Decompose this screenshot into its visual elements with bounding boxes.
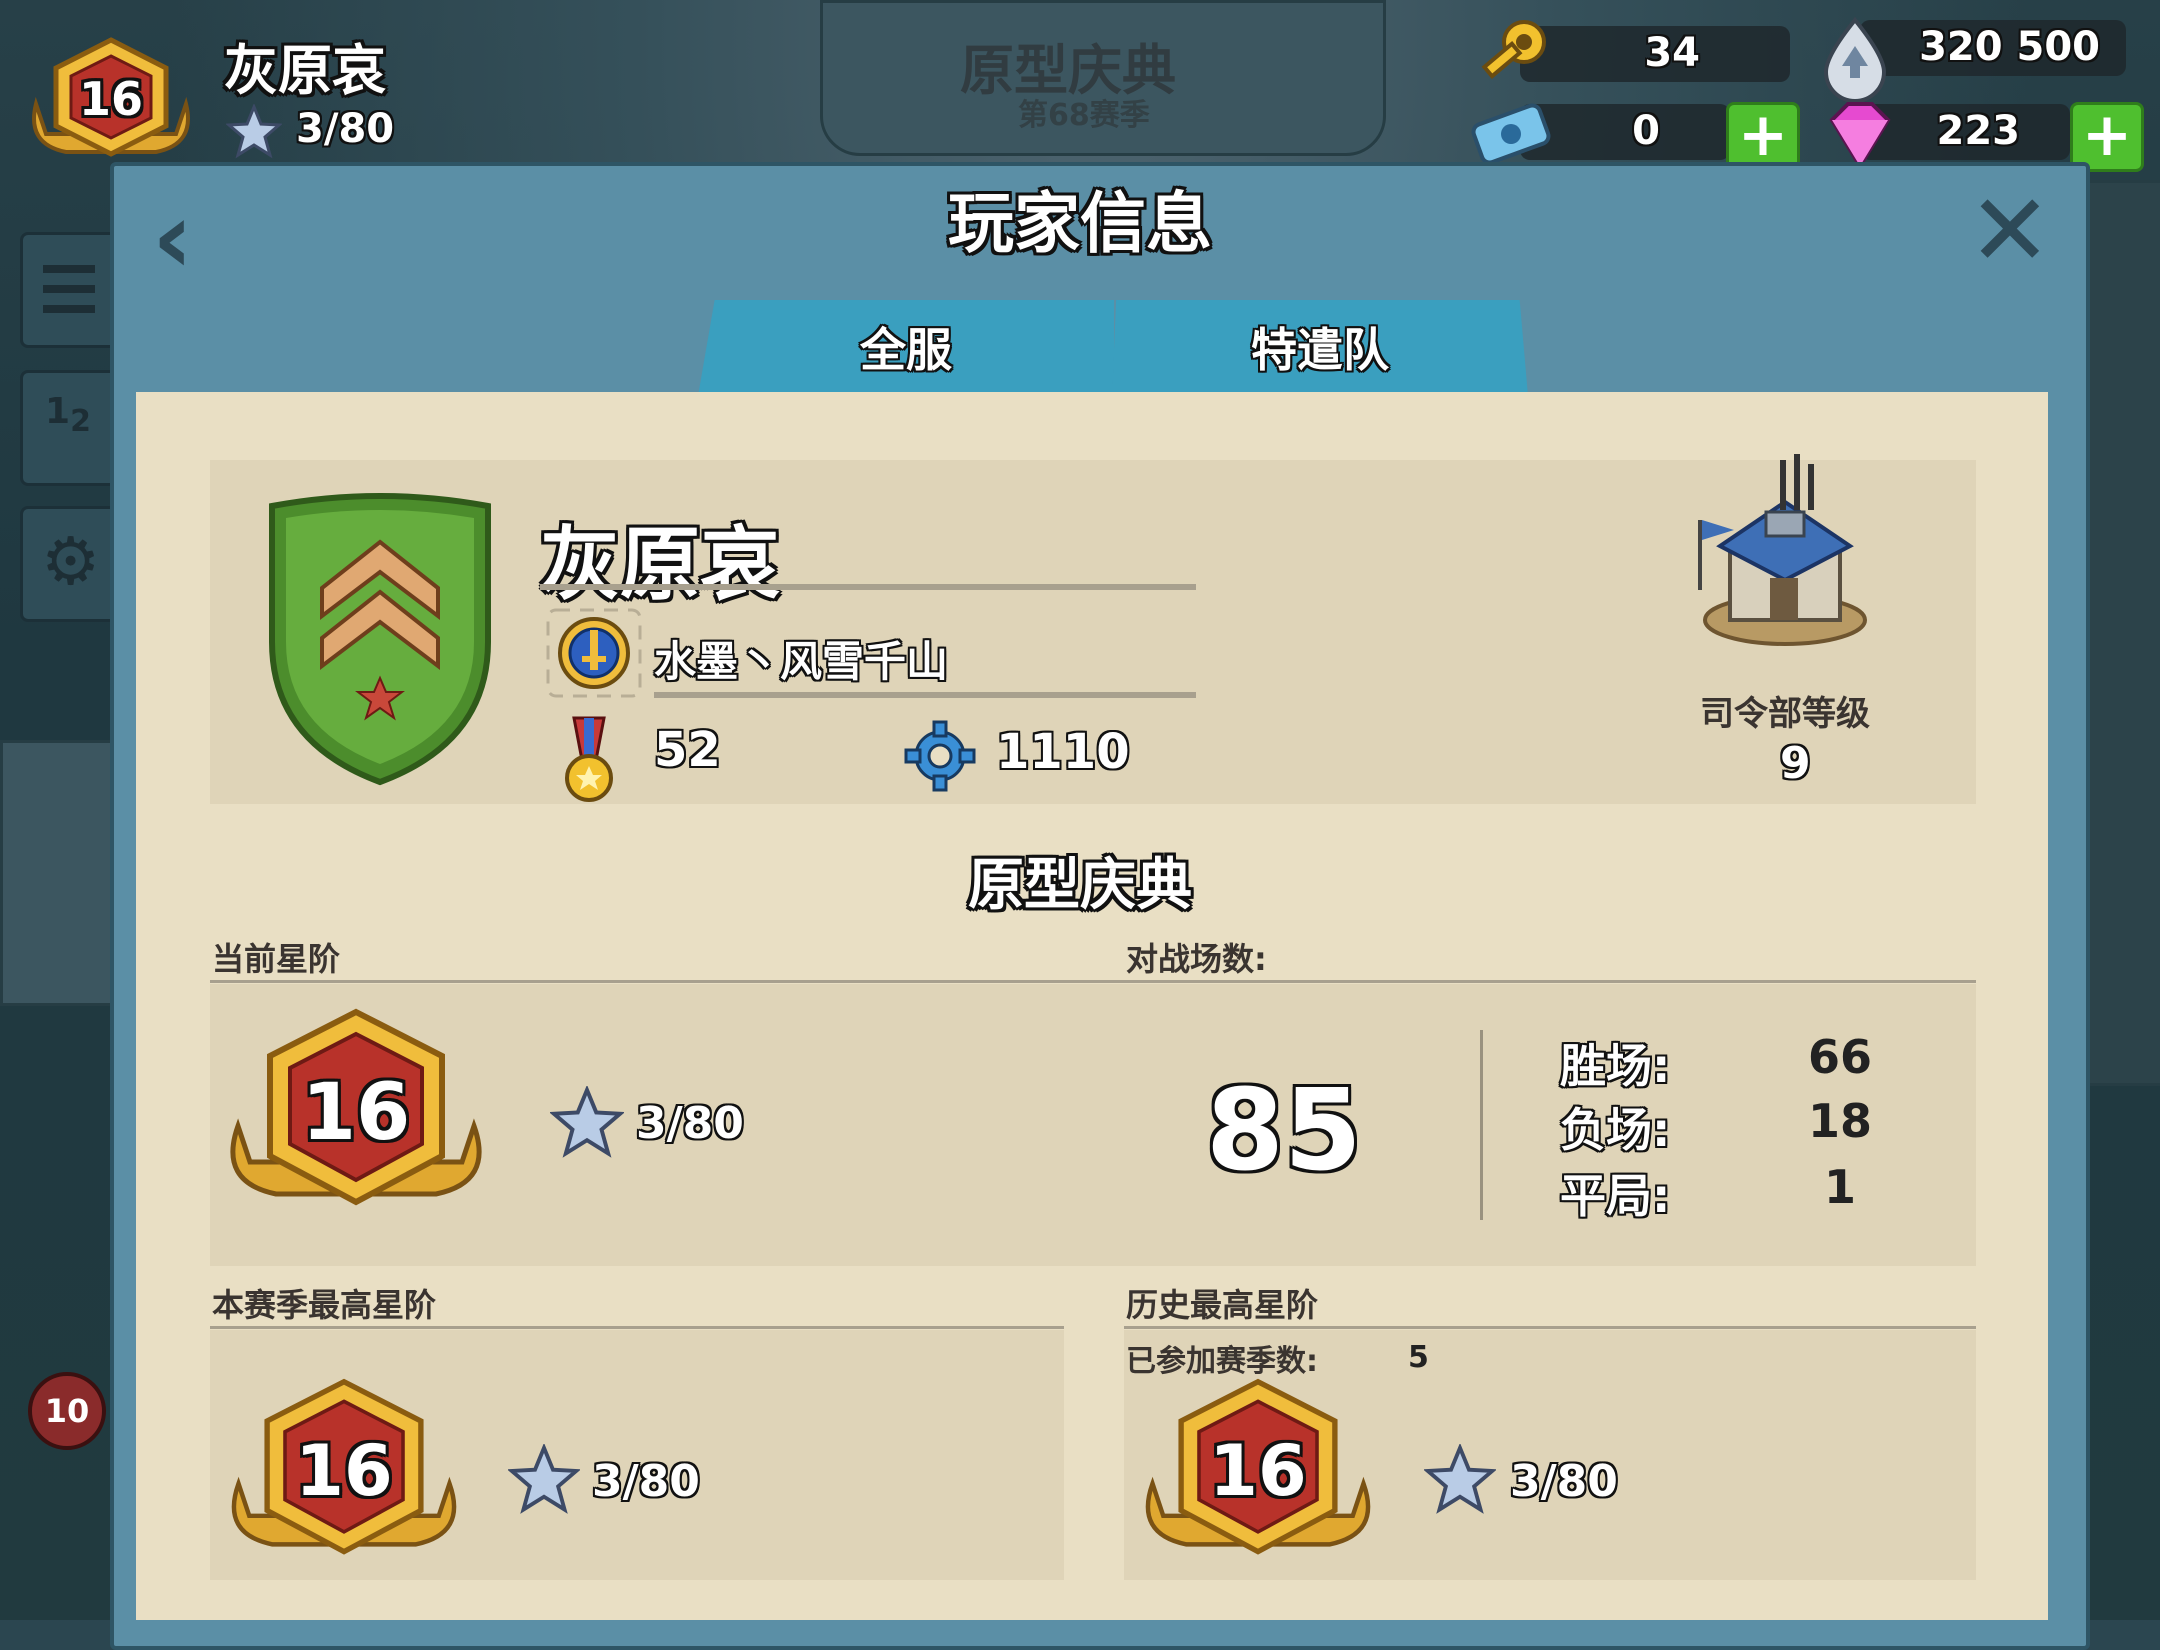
- battles-total-value: 85: [1206, 1066, 1362, 1196]
- leaderboard-button[interactable]: 12: [20, 370, 118, 486]
- player-name: 灰原哀: [224, 39, 386, 102]
- medal-icon: [554, 716, 624, 806]
- draws-label: 平局:: [1560, 1169, 1671, 1223]
- current-rank-badge: 16: [224, 1006, 488, 1220]
- name-underline: [540, 584, 1196, 590]
- hq-level-label: 司令部等级: [1700, 694, 1870, 734]
- all-time-best-label: 历史最高星阶: [1126, 1286, 1319, 1324]
- tab-task-force[interactable]: 特遣队: [1112, 300, 1528, 396]
- season-section-title: 原型庆典: [968, 853, 1192, 918]
- task-force-underline: [654, 692, 1196, 698]
- hq-level-value: 9: [1780, 738, 1811, 789]
- wins-value: 66: [1807, 1030, 1872, 1084]
- player-level-badge[interactable]: 16: [26, 34, 196, 174]
- losses-value: 18: [1807, 1094, 1872, 1148]
- losses-label: 负场:: [1560, 1103, 1671, 1157]
- diamonds-value: 223: [1936, 108, 2021, 154]
- player-level: 16: [78, 72, 143, 126]
- season-best-label: 本赛季最高星阶: [212, 1286, 437, 1324]
- background-building: [2082, 180, 2160, 1086]
- back-button[interactable]: ‹: [152, 188, 193, 288]
- current-rank-value: 16: [301, 1068, 411, 1158]
- tab-global[interactable]: 全服: [698, 300, 1114, 396]
- intel-value: 320 500: [1919, 24, 2100, 70]
- season-best-divider: [210, 1326, 1064, 1329]
- all-time-best-stars-value: 3/80: [1510, 1456, 1618, 1507]
- draws-value: 1: [1823, 1160, 1856, 1214]
- wins-label: 胜场:: [1560, 1039, 1671, 1093]
- current-rank-divider: [210, 980, 1976, 983]
- battles-label: 对战场数:: [1126, 940, 1267, 978]
- rank-points-gear-icon: [904, 720, 976, 792]
- task-force-name[interactable]: 水墨丶风雪千山: [654, 628, 948, 689]
- tickets-value: 0: [1632, 108, 1660, 154]
- seasons-played-value: 5: [1408, 1340, 1429, 1375]
- seasons-played-label: 已参加赛季数:: [1126, 1344, 1318, 1379]
- task-force-emblem-icon[interactable]: [546, 608, 642, 698]
- season-best-rank-value: 16: [295, 1430, 393, 1512]
- tab-task-force-label: 特遣队: [1251, 323, 1389, 377]
- menu-icon: [43, 265, 95, 273]
- season-number-background: 第68赛季: [1018, 98, 1150, 133]
- star-icon: [1424, 1444, 1496, 1514]
- all-time-best-divider: [1124, 1326, 1976, 1329]
- headquarters-icon: [1690, 450, 1880, 650]
- season-best-rank-badge: 16: [226, 1376, 462, 1568]
- all-time-best-rank-badge: 16: [1140, 1376, 1376, 1568]
- keys-value: 34: [1644, 30, 1700, 76]
- current-rank-label: 当前星阶: [212, 940, 341, 978]
- leaderboard-icon: 12: [45, 391, 91, 440]
- rank-shield-icon: [262, 492, 498, 788]
- gear-icon: ⚙: [41, 523, 101, 600]
- ticket-icon: [1466, 100, 1556, 170]
- battles-divider: [1480, 1030, 1483, 1220]
- star-icon: [226, 104, 282, 159]
- all-time-best-rank-value: 16: [1209, 1430, 1307, 1512]
- star-icon: [508, 1444, 580, 1514]
- medals-value: 52: [654, 722, 721, 778]
- settings-button[interactable]: ⚙: [20, 506, 118, 622]
- tab-global-label: 全服: [860, 323, 952, 377]
- rank-points-value: 1110: [996, 724, 1130, 780]
- star-icon: [550, 1086, 624, 1158]
- current-stars-value: 3/80: [636, 1098, 744, 1149]
- panel-title: 玩家信息: [948, 185, 1212, 262]
- close-button[interactable]: ✕: [1968, 181, 2052, 281]
- intel-icon: [1812, 16, 1898, 103]
- player-stars: 3/80: [296, 106, 395, 152]
- season-best-stars-value: 3/80: [592, 1456, 700, 1507]
- profile-player-name: 灰原哀: [540, 518, 780, 611]
- notification-count-badge: 10: [28, 1372, 106, 1450]
- key-icon: [1474, 14, 1554, 94]
